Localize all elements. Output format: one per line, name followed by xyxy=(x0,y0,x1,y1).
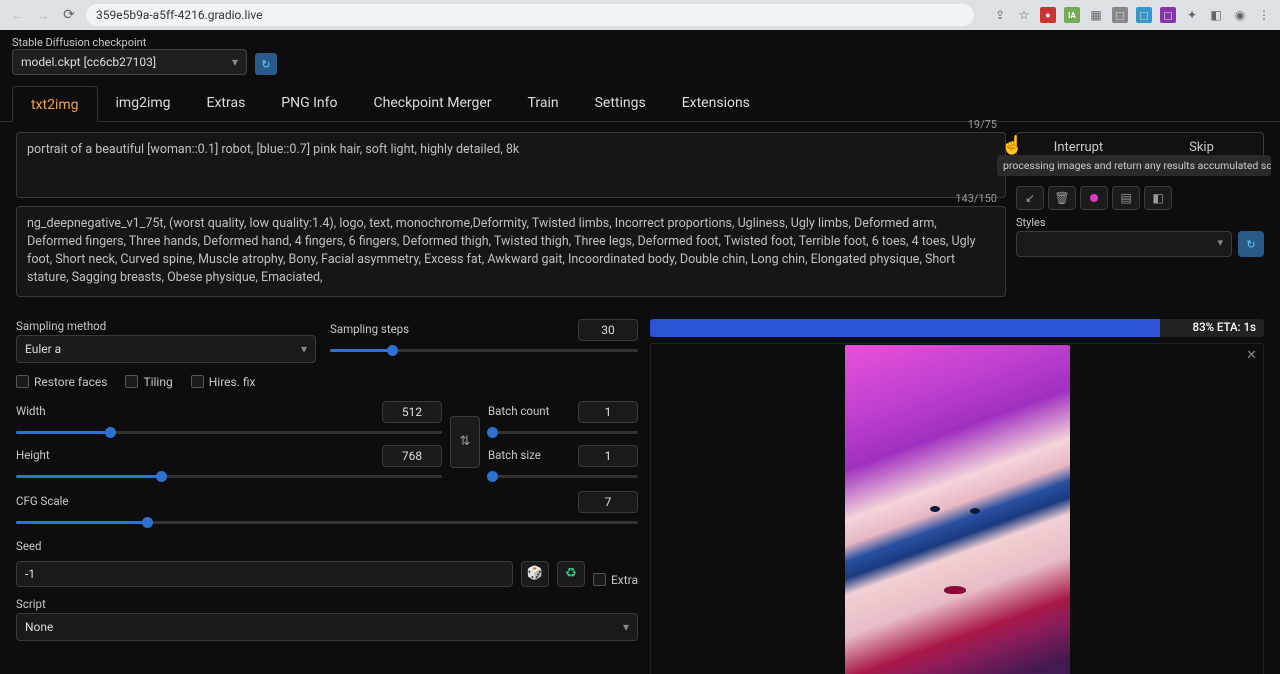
batch-size-value[interactable]: 1 xyxy=(578,445,638,467)
sampling-method-label: Sampling method xyxy=(16,319,316,333)
profile-icon[interactable]: ◉ xyxy=(1232,7,1248,23)
forward-button[interactable]: → xyxy=(34,6,52,24)
bookmark-star-icon[interactable]: ☆ xyxy=(1016,7,1032,23)
back-button[interactable]: ← xyxy=(8,6,26,24)
cfg-scale-value[interactable]: 7 xyxy=(578,491,638,513)
side-panel-icon[interactable]: ◧ xyxy=(1208,7,1224,23)
output-image-frame: ✕ xyxy=(650,343,1264,674)
batch-count-slider[interactable] xyxy=(488,425,638,439)
tiling-checkbox[interactable]: Tiling xyxy=(125,375,172,389)
close-preview-button[interactable]: ✕ xyxy=(1246,348,1257,363)
width-label: Width xyxy=(16,404,46,418)
share-icon[interactable]: ⇪ xyxy=(992,7,1008,23)
trash-icon-button[interactable]: 🗑 xyxy=(1048,186,1076,210)
extension-icon[interactable]: ◻ xyxy=(1136,7,1152,23)
tab-extensions[interactable]: Extensions xyxy=(664,85,768,121)
seed-label: Seed xyxy=(16,539,638,553)
script-select[interactable]: None xyxy=(16,613,638,641)
negative-prompt-input[interactable]: 143/150 ng_deepnegative_v1_75t, (worst q… xyxy=(16,206,1006,297)
interrupt-tooltip: processing images and return any results… xyxy=(997,155,1271,176)
prompt-token-counter: 19/75 xyxy=(968,117,997,133)
width-slider[interactable] xyxy=(16,425,442,439)
cfg-scale-slider[interactable] xyxy=(16,515,638,529)
reload-page-button[interactable]: ⟳ xyxy=(60,6,78,24)
seed-extra-checkbox[interactable]: Extra xyxy=(593,573,638,587)
random-seed-button[interactable]: 🎲 xyxy=(521,561,549,587)
reuse-seed-button[interactable]: ♻ xyxy=(557,561,585,587)
extension-icon[interactable]: IA xyxy=(1064,7,1080,23)
tab-txt2img[interactable]: txt2img xyxy=(12,86,98,122)
sampling-steps-label: Sampling steps xyxy=(330,322,409,336)
height-label: Height xyxy=(16,448,50,462)
batch-count-label: Batch count xyxy=(488,404,549,418)
chrome-toolbar-icons: ⇪ ☆ ● IA ▦ ◻ ◻ ◻ ✦ ◧ ◉ ⋮ xyxy=(992,7,1272,23)
height-slider[interactable] xyxy=(16,469,442,483)
hires-fix-checkbox[interactable]: Hires. fix xyxy=(191,375,256,389)
styles-select[interactable] xyxy=(1016,231,1232,257)
batch-size-label: Batch size xyxy=(488,448,541,462)
apply-style-button[interactable]: ↻ xyxy=(1238,231,1264,257)
restore-faces-checkbox[interactable]: Restore faces xyxy=(16,375,107,389)
batch-count-value[interactable]: 1 xyxy=(578,401,638,423)
checkpoint-label: Stable Diffusion checkpoint xyxy=(12,36,247,49)
progress-bar: 83% ETA: 1s xyxy=(650,319,1264,337)
pink-dot-icon-button[interactable] xyxy=(1080,186,1108,210)
styles-label: Styles xyxy=(1016,216,1264,229)
menu-dots-icon[interactable]: ⋮ xyxy=(1256,7,1272,23)
url-bar[interactable]: 359e5b9a-a5ff-4216.gradio.live xyxy=(86,4,974,26)
extensions-puzzle-icon[interactable]: ✦ xyxy=(1184,7,1200,23)
prompt-input[interactable]: 19/75 portrait of a beautiful [woman::0.… xyxy=(16,132,1006,198)
output-preview-image[interactable] xyxy=(845,345,1070,674)
tab-extras[interactable]: Extras xyxy=(189,85,264,121)
height-value[interactable]: 768 xyxy=(382,445,442,467)
arrow-icon-button[interactable]: ↙ xyxy=(1016,186,1044,210)
extension-icon[interactable]: ◻ xyxy=(1112,7,1128,23)
batch-size-slider[interactable] xyxy=(488,469,638,483)
extension-icon[interactable]: ◻ xyxy=(1160,7,1176,23)
width-value[interactable]: 512 xyxy=(382,401,442,423)
cfg-scale-label: CFG Scale xyxy=(16,494,69,508)
sampling-method-select[interactable]: Euler a xyxy=(16,335,316,363)
tab-checkpoint-merger[interactable]: Checkpoint Merger xyxy=(356,85,510,121)
checkpoint-select[interactable]: model.ckpt [cc6cb27103] xyxy=(12,49,247,75)
tab-train[interactable]: Train xyxy=(510,85,577,121)
extension-icon[interactable]: ● xyxy=(1040,7,1056,23)
browser-chrome: ← → ⟳ 359e5b9a-a5ff-4216.gradio.live ⇪ ☆… xyxy=(0,0,1280,30)
app-body: Stable Diffusion checkpoint model.ckpt [… xyxy=(0,30,1280,674)
generate-interrupt-panel: Interrupt Skip processing images and ret… xyxy=(1016,132,1264,162)
sampling-steps-value[interactable]: 30 xyxy=(578,319,638,341)
sampling-steps-slider[interactable] xyxy=(330,343,638,357)
seed-input[interactable]: -1 xyxy=(16,561,513,587)
extension-icon[interactable]: ▦ xyxy=(1088,7,1104,23)
tab-pnginfo[interactable]: PNG Info xyxy=(263,85,355,121)
card-icon-button[interactable]: ▤ xyxy=(1112,186,1140,210)
reload-checkpoint-button[interactable]: ↻ xyxy=(255,53,277,75)
swap-dimensions-button[interactable]: ⇅ xyxy=(450,416,480,468)
negative-prompt-token-counter: 143/150 xyxy=(955,191,997,207)
tab-settings[interactable]: Settings xyxy=(577,85,664,121)
main-tabs: txt2img img2img Extras PNG Info Checkpoi… xyxy=(0,85,1280,122)
palette-icon-button[interactable]: ◧ xyxy=(1144,186,1172,210)
script-label: Script xyxy=(16,597,638,611)
tab-img2img[interactable]: img2img xyxy=(98,85,189,121)
progress-text: 83% ETA: 1s xyxy=(1193,320,1256,334)
